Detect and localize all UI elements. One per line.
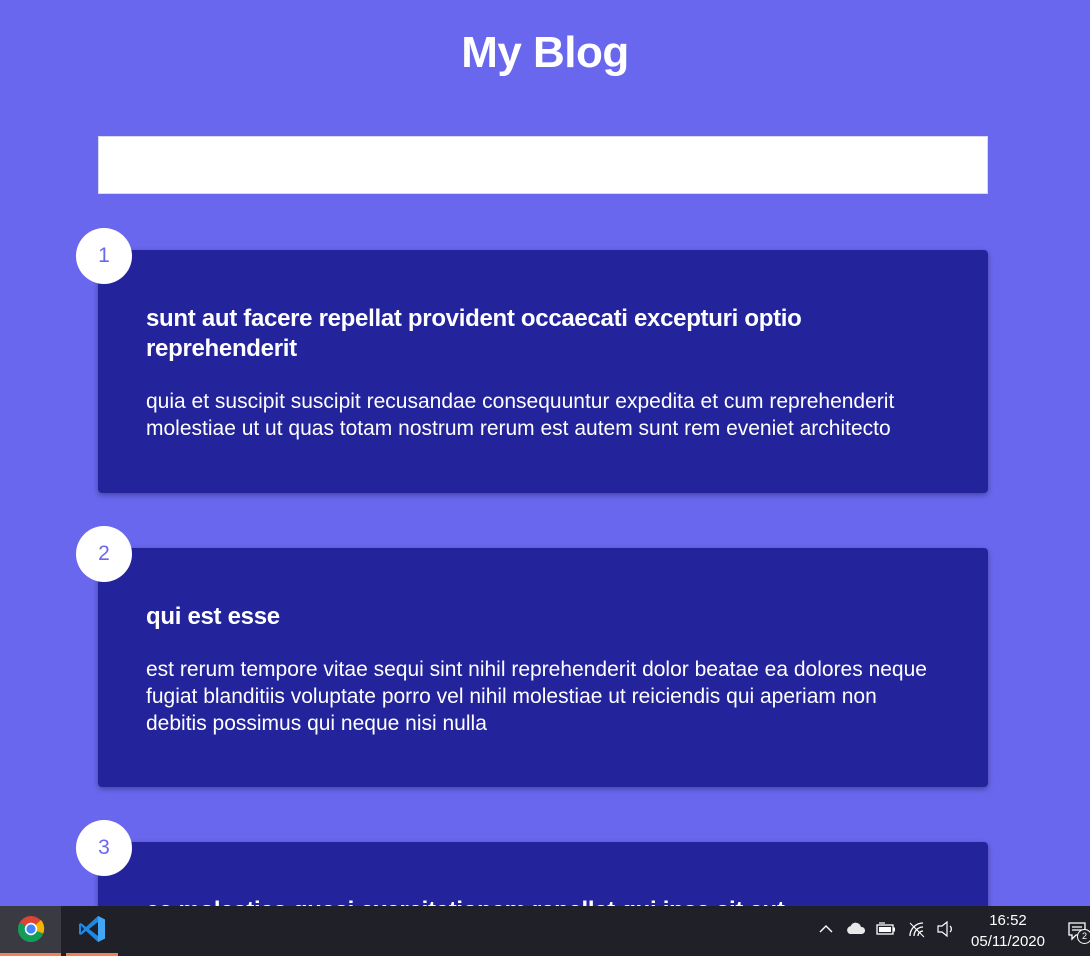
action-center-button[interactable]: 2 [1064,906,1090,956]
clock-date: 05/11/2020 [971,933,1045,950]
post-card: 2 qui est esse est rerum tempore vitae s… [76,526,988,787]
post-title: qui est esse [146,603,280,630]
system-clock[interactable]: 16:52 05/11/2020 [960,910,1056,952]
filter-posts-input[interactable] [98,136,988,194]
taskbar-vscode-button[interactable] [66,906,118,956]
taskbar-chrome-button[interactable] [0,906,61,956]
post-title: sunt aut facere repellat provident occae… [146,305,802,362]
battery-tray-button[interactable] [874,906,898,956]
notification-count-badge: 2 [1077,929,1090,944]
onedrive-cloud-icon [845,921,867,942]
battery-icon [875,921,897,942]
volume-tray-button[interactable] [934,906,958,956]
chevron-up-icon [818,921,834,942]
notification-icon: 2 [1066,920,1090,944]
post-body: est rerum tempore vitae sequi sint nihil… [146,658,927,735]
page-title: My Blog [461,28,629,77]
onedrive-tray-button[interactable] [844,906,868,956]
network-tray-button[interactable] [904,906,930,956]
chrome-icon [17,915,45,948]
post-number-badge: 1 [76,228,132,284]
wifi-icon [907,920,927,943]
windows-taskbar: 16:52 05/11/2020 2 [0,906,1090,956]
post-card: 1 sunt aut facere repellat provident occ… [76,228,988,493]
post-number-badge: 2 [76,526,132,582]
show-hidden-icons-button[interactable] [814,906,838,956]
volume-icon [936,920,956,943]
vscode-icon [77,914,107,949]
post-number-badge: 3 [76,820,132,876]
clock-time: 16:52 [989,912,1027,929]
post-body: quia et suscipit suscipit recusandae con… [146,390,895,440]
